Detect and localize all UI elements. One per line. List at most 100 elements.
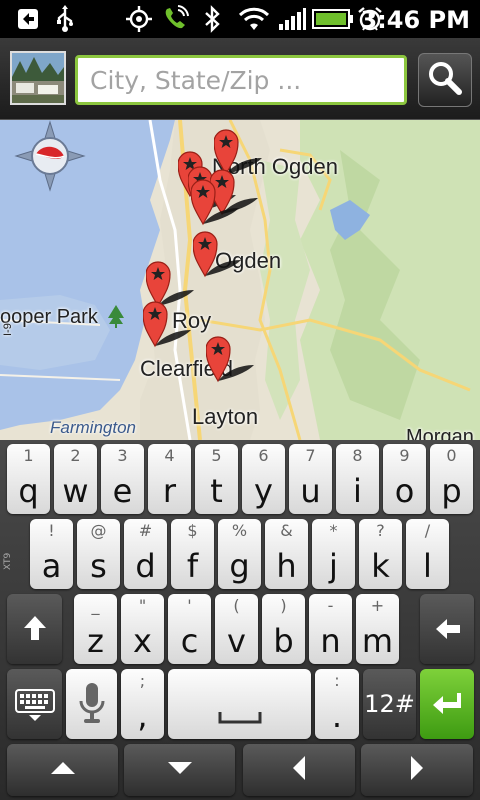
comma-key-label: , bbox=[137, 697, 148, 735]
arrow-right-key[interactable] bbox=[361, 744, 473, 796]
key-c[interactable]: ' c bbox=[168, 594, 211, 664]
key-label: q bbox=[18, 472, 39, 510]
bluetooth-icon bbox=[200, 5, 224, 33]
key-i[interactable]: 8i bbox=[336, 444, 379, 514]
key-label: x bbox=[133, 622, 152, 660]
key-p[interactable]: 0p bbox=[430, 444, 473, 514]
key-label: r bbox=[162, 472, 177, 510]
key-l[interactable]: / l bbox=[406, 519, 449, 589]
arrow-right-icon bbox=[409, 754, 425, 786]
gps-icon bbox=[124, 5, 154, 33]
key-alt-label: * bbox=[329, 521, 338, 540]
map-label-farmington: Farmington bbox=[50, 418, 136, 437]
key-v[interactable]: (v bbox=[215, 594, 258, 664]
key-alt-label: 9 bbox=[399, 446, 410, 465]
signal-icon bbox=[276, 5, 308, 33]
key-alt-label: 3 bbox=[117, 446, 128, 465]
search-icon bbox=[426, 59, 464, 101]
key-k[interactable]: ? k bbox=[359, 519, 402, 589]
key-a[interactable]: ! a bbox=[30, 519, 73, 589]
key-label: f bbox=[186, 547, 199, 585]
key-h[interactable]: & h bbox=[265, 519, 308, 589]
key-alt-label: @ bbox=[90, 521, 107, 540]
search-input[interactable] bbox=[90, 65, 404, 95]
key-x[interactable]: " x bbox=[121, 594, 164, 664]
key-f[interactable]: $ f bbox=[171, 519, 214, 589]
compass-icon[interactable] bbox=[14, 120, 86, 192]
input-method-key[interactable] bbox=[7, 669, 62, 739]
key-m[interactable]: + m bbox=[356, 594, 399, 664]
comma-key-alt: ; bbox=[139, 671, 146, 690]
key-r[interactable]: 4r bbox=[148, 444, 191, 514]
arrow-up-key[interactable] bbox=[7, 744, 118, 796]
key-alt-label: 2 bbox=[70, 446, 81, 465]
wifi-icon bbox=[236, 5, 272, 33]
map-view[interactable]: North Ogden Ogden Roy Clearfield Layton … bbox=[0, 120, 480, 440]
map-pin-icon[interactable] bbox=[143, 300, 203, 350]
key-alt-label: ( bbox=[233, 596, 240, 615]
key-w[interactable]: 2w bbox=[54, 444, 97, 514]
key-u[interactable]: 7u bbox=[289, 444, 332, 514]
phone-icon bbox=[160, 5, 190, 33]
key-alt-label: _ bbox=[91, 596, 100, 615]
map-pin-icon[interactable] bbox=[206, 335, 266, 385]
key-label: s bbox=[90, 547, 107, 585]
key-alt-label: 8 bbox=[352, 446, 363, 465]
key-alt-label: $ bbox=[187, 521, 198, 540]
key-label: t bbox=[210, 472, 223, 510]
key-label: d bbox=[135, 547, 156, 585]
xt9-label: XT9 bbox=[3, 552, 13, 570]
space-key[interactable] bbox=[168, 669, 311, 739]
key-label: z bbox=[87, 622, 104, 660]
key-label: y bbox=[254, 472, 273, 510]
key-o[interactable]: 9o bbox=[383, 444, 426, 514]
key-alt-label: 4 bbox=[164, 446, 175, 465]
key-g[interactable]: % g bbox=[218, 519, 261, 589]
arrow-up-icon bbox=[49, 760, 77, 780]
key-n[interactable]: -n bbox=[309, 594, 352, 664]
key-b[interactable]: ) b bbox=[262, 594, 305, 664]
map-label-morgan: Morgan bbox=[406, 426, 474, 440]
period-key[interactable]: : . bbox=[315, 669, 359, 739]
key-alt-label: " bbox=[138, 596, 147, 615]
arrow-down-key[interactable] bbox=[124, 744, 235, 796]
key-label: m bbox=[361, 622, 394, 660]
key-s[interactable]: @ s bbox=[77, 519, 120, 589]
symbols-key[interactable]: 12# bbox=[363, 669, 416, 739]
key-alt-label: # bbox=[138, 521, 153, 540]
key-label: j bbox=[329, 547, 338, 585]
key-label: e bbox=[112, 472, 133, 510]
search-button[interactable] bbox=[418, 53, 472, 107]
voice-input-key[interactable] bbox=[66, 669, 117, 739]
keyboard-icon bbox=[15, 689, 55, 727]
map-label-road: I-9 bbox=[2, 323, 14, 336]
usb-debug-icon bbox=[14, 5, 42, 33]
shift-key[interactable] bbox=[7, 594, 62, 664]
backspace-icon bbox=[434, 616, 462, 646]
symbols-key-label: 12# bbox=[364, 690, 415, 718]
key-alt-label: 7 bbox=[305, 446, 316, 465]
enter-key[interactable] bbox=[420, 669, 474, 739]
app-logo-thumbnail[interactable] bbox=[10, 51, 66, 105]
arrow-down-icon bbox=[166, 760, 194, 780]
key-e[interactable]: 3e bbox=[101, 444, 144, 514]
usb-icon bbox=[52, 5, 78, 33]
key-t[interactable]: 5t bbox=[195, 444, 238, 514]
key-alt-label: / bbox=[424, 521, 431, 540]
comma-key[interactable]: ; , bbox=[121, 669, 164, 739]
arrow-left-key[interactable] bbox=[243, 744, 355, 796]
key-label: a bbox=[41, 547, 62, 585]
search-field-container bbox=[75, 55, 407, 105]
map-pin-icon[interactable] bbox=[191, 178, 251, 228]
enter-icon bbox=[431, 691, 463, 721]
key-label: o bbox=[394, 472, 415, 510]
key-label: p bbox=[441, 472, 462, 510]
key-label: v bbox=[227, 622, 246, 660]
map-label-hooper-park: ooper Park bbox=[0, 306, 98, 328]
key-q[interactable]: 1q bbox=[7, 444, 50, 514]
key-j[interactable]: * j bbox=[312, 519, 355, 589]
key-z[interactable]: _ z bbox=[74, 594, 117, 664]
backspace-key[interactable] bbox=[420, 594, 474, 664]
key-y[interactable]: 6y bbox=[242, 444, 285, 514]
key-d[interactable]: # d bbox=[124, 519, 167, 589]
